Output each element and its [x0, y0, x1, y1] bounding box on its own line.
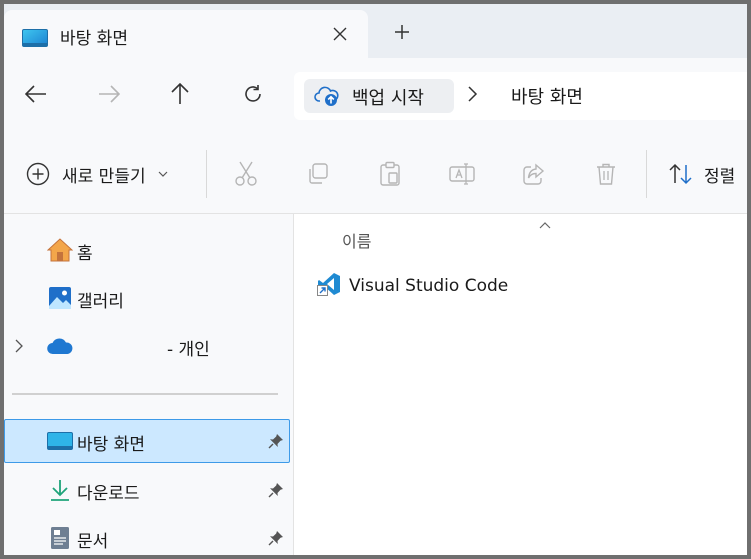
address-bar[interactable]: 백업 시작 바탕 화면 — [294, 72, 747, 120]
nav-item-home[interactable]: 홈 — [4, 228, 290, 272]
navigation-pane: 홈 갤러리 - 개인 바탕 화면 다운로드 문서 — [4, 214, 294, 555]
delete-button[interactable] — [592, 160, 620, 188]
chevron-right-icon[interactable] — [466, 84, 478, 108]
plus-icon — [395, 25, 409, 39]
desktop-folder-icon — [46, 428, 74, 454]
chevron-down-icon — [158, 171, 168, 177]
clipboard-icon — [380, 161, 400, 186]
sort-ascending-icon — [539, 214, 551, 233]
nav-item-label: 다운로드 — [77, 484, 140, 504]
refresh-button[interactable] — [239, 80, 267, 108]
desktop-folder-icon — [22, 29, 48, 51]
nav-item-desktop[interactable]: 바탕 화면 — [4, 419, 290, 463]
nav-item-label: 문서 — [77, 532, 109, 552]
breadcrumb-current[interactable]: 바탕 화면 — [511, 83, 583, 109]
toolbar-divider — [646, 150, 647, 198]
tab-strip: 바탕 화면 — [4, 4, 747, 58]
copy-icon — [309, 163, 328, 184]
vscode-shortcut-icon — [317, 272, 341, 300]
pin-icon[interactable] — [268, 482, 284, 502]
close-tab-button[interactable] — [326, 20, 354, 48]
share-icon — [523, 163, 545, 185]
close-icon — [333, 27, 347, 41]
new-button[interactable]: 새로 만들기 — [26, 160, 168, 188]
nav-item-documents[interactable]: 문서 — [4, 516, 290, 555]
nav-separator — [12, 393, 278, 395]
paste-button[interactable] — [376, 160, 404, 188]
file-name: Visual Studio Code — [349, 276, 509, 296]
pin-icon[interactable] — [268, 530, 284, 550]
file-explorer-window: 바탕 화면 백업 시작 바탕 화면 새로 만들기 정렬 홈 갤러리 - 개인 바… — [4, 4, 747, 555]
nav-item-downloads[interactable]: 다운로드 — [4, 468, 290, 512]
nav-item-label: 바탕 화면 — [77, 435, 145, 455]
toolbar-divider — [206, 150, 207, 198]
nav-item-onedrive-personal[interactable]: - 개인 — [4, 324, 290, 368]
forward-button[interactable] — [95, 80, 123, 108]
backup-start-button[interactable]: 백업 시작 — [304, 79, 454, 113]
arrow-up-icon — [171, 83, 189, 104]
onedrive-cloud-icon — [46, 333, 74, 359]
cloud-backup-icon — [314, 85, 340, 111]
sort-button-label: 정렬 — [704, 166, 736, 187]
tab-title: 바탕 화면 — [60, 29, 128, 49]
sort-button[interactable]: 정렬 — [668, 160, 735, 188]
rename-icon — [449, 163, 475, 185]
chevron-right-icon[interactable] — [14, 338, 24, 358]
share-button[interactable] — [520, 160, 548, 188]
column-header-name[interactable]: 이름 — [342, 228, 371, 252]
copy-button[interactable] — [304, 160, 332, 188]
scissors-icon — [235, 161, 257, 186]
trash-icon — [597, 163, 615, 185]
nav-item-label: 홈 — [77, 244, 93, 264]
gallery-icon — [46, 285, 74, 311]
nav-item-label: - 개인 — [167, 340, 210, 360]
download-icon — [46, 477, 74, 503]
navigation-bar: 백업 시작 바탕 화면 — [4, 58, 747, 132]
up-button[interactable] — [166, 80, 194, 108]
arrow-right-icon — [99, 85, 120, 103]
arrow-left-icon — [25, 85, 46, 103]
rename-button[interactable] — [448, 160, 476, 188]
refresh-icon — [245, 85, 261, 102]
new-button-label: 새로 만들기 — [62, 166, 146, 187]
command-bar: 새로 만들기 정렬 — [4, 132, 747, 214]
list-item[interactable]: Visual Studio Code — [317, 270, 508, 302]
file-list: 이름 Visual Studio Code — [295, 214, 747, 555]
new-tab-button[interactable] — [388, 18, 416, 46]
cut-button[interactable] — [232, 160, 260, 188]
documents-icon — [46, 525, 74, 551]
pin-icon[interactable] — [268, 433, 284, 453]
sort-icon — [669, 163, 692, 185]
nav-item-label: 갤러리 — [77, 292, 124, 312]
back-button[interactable] — [22, 80, 50, 108]
tab-desktop[interactable]: 바탕 화면 — [4, 10, 368, 58]
nav-item-gallery[interactable]: 갤러리 — [4, 276, 290, 320]
home-icon — [46, 237, 74, 263]
plus-circle-icon — [26, 162, 50, 186]
backup-label: 백업 시작 — [352, 88, 424, 109]
